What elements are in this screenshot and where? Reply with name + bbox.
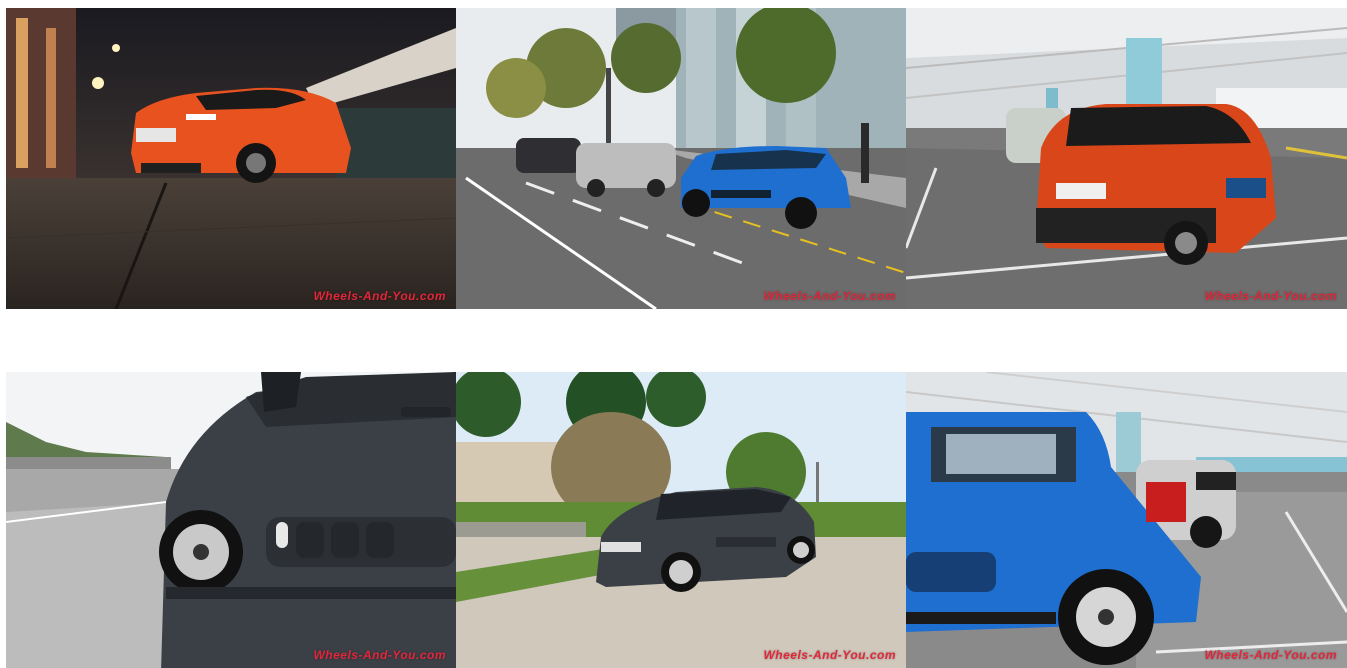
gallery-photo-blue-c3-garage[interactable]: Wheels-And-You.com (906, 372, 1347, 668)
gallery-photo-blue-c3-street[interactable]: Wheels-And-You.com (456, 8, 906, 309)
gallery-photo-grey-c3-door[interactable]: Wheels-And-You.com (6, 372, 456, 668)
gallery-photo-orange-c3-garage[interactable]: Wheels-And-You.com (906, 8, 1347, 309)
photo-grey-c3-garden-image (456, 372, 906, 668)
watermark-label: Wheels-And-You.com (313, 648, 446, 662)
photo-blue-c3-garage-image (906, 372, 1347, 668)
photo-gallery: Wheels-And-You.com Wheels-And-You.com Wh… (0, 0, 1347, 668)
photo-grey-c3-door-image (6, 372, 456, 668)
watermark-label: Wheels-And-You.com (763, 648, 896, 662)
photo-orange-c3-night-image (6, 8, 456, 309)
watermark-label: Wheels-And-You.com (1204, 289, 1337, 303)
watermark-label: Wheels-And-You.com (1204, 648, 1337, 662)
gallery-photo-grey-c3-garden[interactable]: Wheels-And-You.com (456, 372, 906, 668)
photo-orange-c3-garage-image (906, 8, 1347, 309)
gallery-photo-orange-c3-night[interactable]: Wheels-And-You.com (6, 8, 456, 309)
watermark-label: Wheels-And-You.com (763, 289, 896, 303)
photo-blue-c3-street-image (456, 8, 906, 309)
watermark-label: Wheels-And-You.com (313, 289, 446, 303)
